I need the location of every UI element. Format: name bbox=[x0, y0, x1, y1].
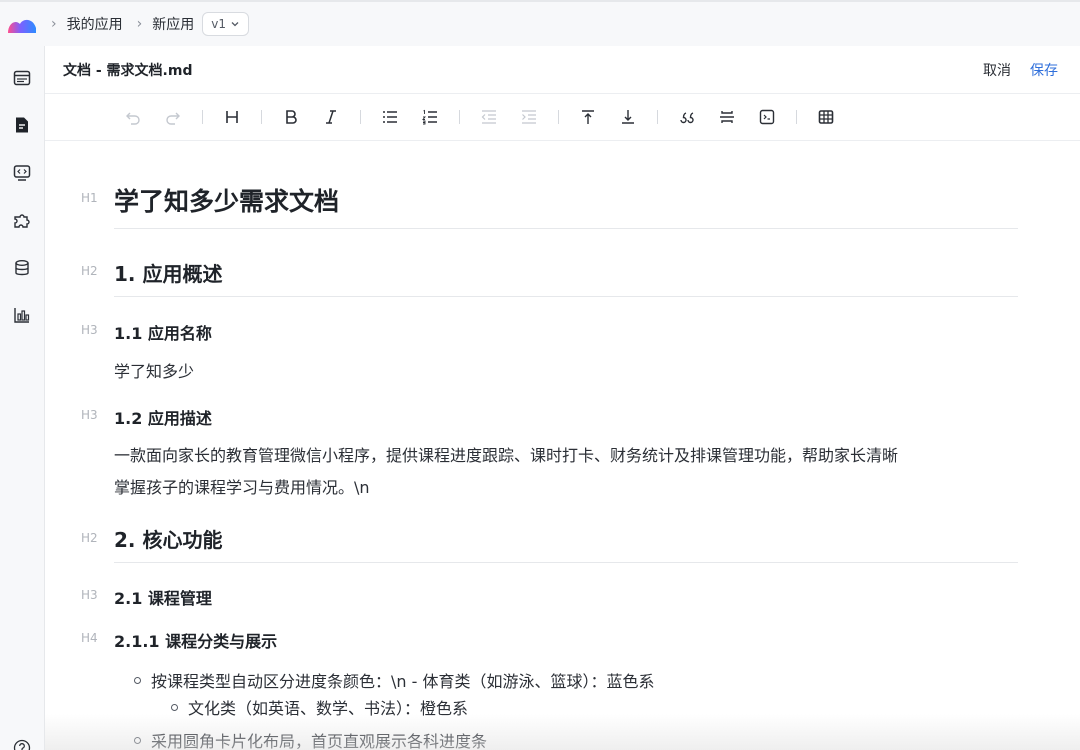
h1-underline bbox=[114, 228, 1018, 229]
version-select[interactable]: v1 bbox=[202, 12, 249, 36]
sidebar bbox=[0, 46, 45, 750]
version-label: v1 bbox=[211, 17, 226, 31]
bullet-icon bbox=[134, 677, 141, 684]
list-item-text: 按课程类型自动区分进度条颜色：\n - 体育类（如游泳、篮球）：蓝色系 bbox=[151, 672, 655, 691]
chevron-right-icon: › bbox=[136, 16, 143, 32]
undo-icon[interactable] bbox=[119, 103, 147, 131]
subsection-heading: 1.2 应用描述 bbox=[114, 409, 212, 428]
heading-level-tag: H2 bbox=[81, 264, 98, 278]
list-item: 文化类（如英语、数学、书法）：橙色系 bbox=[171, 695, 468, 719]
blockquote-icon[interactable] bbox=[673, 103, 701, 131]
toolbar-divider bbox=[558, 110, 559, 124]
editor-panel: 文档 - 需求文档.md 取消 保存 H1 学了知多少需求文档 H2 1. 应用… bbox=[45, 46, 1080, 750]
save-button[interactable]: 保存 bbox=[1030, 60, 1058, 80]
paragraph-line: 一款面向家长的教育管理微信小程序，提供课程进度跟踪、课时打卡、财务统计及排课管理… bbox=[114, 446, 899, 465]
heading-level-tag: H4 bbox=[81, 631, 98, 645]
plugin-icon[interactable] bbox=[12, 211, 32, 231]
toolbar-divider bbox=[796, 110, 797, 124]
browser-icon[interactable] bbox=[12, 68, 32, 88]
bullet-icon bbox=[171, 704, 178, 711]
indent-icon[interactable] bbox=[515, 103, 543, 131]
code-block-icon[interactable] bbox=[753, 103, 781, 131]
subsection-heading: 2.1 课程管理 bbox=[114, 589, 212, 608]
list-item: 按课程类型自动区分进度条颜色：\n - 体育类（如游泳、篮球）：蓝色系 bbox=[134, 668, 654, 692]
italic-icon[interactable] bbox=[317, 103, 345, 131]
bullet-list-icon[interactable] bbox=[376, 103, 404, 131]
editor-toolbar bbox=[45, 94, 1080, 141]
section-heading: 2. 核心功能 bbox=[114, 528, 223, 552]
section-heading: 1. 应用概述 bbox=[114, 262, 223, 286]
document-title: 文档 - 需求文档.md bbox=[63, 62, 193, 79]
list-item-text: 文化类（如英语、数学、书法）：橙色系 bbox=[188, 699, 469, 718]
align-top-icon[interactable] bbox=[574, 103, 602, 131]
help-icon[interactable] bbox=[13, 739, 31, 750]
h2-underline bbox=[114, 562, 1018, 563]
ordered-list-icon[interactable] bbox=[416, 103, 444, 131]
paragraph-line: 掌握孩子的课程学习与费用情况。\n bbox=[114, 478, 370, 497]
h2-underline bbox=[114, 296, 1018, 297]
chevron-down-icon bbox=[231, 22, 239, 27]
subsection-heading: 1.1 应用名称 bbox=[114, 324, 212, 343]
align-bottom-icon[interactable] bbox=[614, 103, 642, 131]
code-icon[interactable] bbox=[12, 163, 32, 183]
table-icon[interactable] bbox=[812, 103, 840, 131]
top-bar: › 我的应用 › 新应用 v1 bbox=[0, 0, 1080, 46]
database-icon[interactable] bbox=[12, 258, 32, 278]
heading-level-tag: H3 bbox=[81, 588, 98, 602]
breadcrumb-new-app[interactable]: 新应用 bbox=[152, 14, 194, 34]
document-header: 文档 - 需求文档.md 取消 保存 bbox=[45, 46, 1080, 94]
app-logo-icon[interactable] bbox=[7, 16, 37, 33]
toolbar-divider bbox=[459, 110, 460, 124]
document-h1: 学了知多少需求文档 bbox=[114, 187, 340, 216]
toolbar-divider bbox=[202, 110, 203, 124]
heading-icon[interactable] bbox=[218, 103, 246, 131]
heading-level-tag: H2 bbox=[81, 531, 98, 545]
heading-level-tag: H1 bbox=[81, 191, 98, 205]
toolbar-divider bbox=[657, 110, 658, 124]
outdent-icon[interactable] bbox=[475, 103, 503, 131]
subsubsection-heading: 2.1.1 课程分类与展示 bbox=[114, 632, 278, 651]
chart-icon[interactable] bbox=[12, 305, 32, 325]
document-icon[interactable] bbox=[12, 115, 32, 135]
bold-icon[interactable] bbox=[277, 103, 305, 131]
redo-icon[interactable] bbox=[159, 103, 187, 131]
divider-icon[interactable] bbox=[713, 103, 741, 131]
bullet-icon bbox=[134, 737, 141, 744]
list-item: 采用圆角卡片化布局，首页直观展示各科进度条 bbox=[134, 728, 487, 750]
heading-level-tag: H3 bbox=[81, 408, 98, 422]
cancel-button[interactable]: 取消 bbox=[983, 60, 1011, 80]
breadcrumb-my-apps[interactable]: 我的应用 bbox=[67, 14, 123, 34]
paragraph: 学了知多少 bbox=[114, 362, 195, 381]
document-content[interactable]: H1 学了知多少需求文档 H2 1. 应用概述 H3 1.1 应用名称 学了知多… bbox=[45, 142, 1080, 750]
toolbar-divider bbox=[360, 110, 361, 124]
chevron-right-icon: › bbox=[51, 16, 57, 32]
heading-level-tag: H3 bbox=[81, 323, 98, 337]
list-item-text: 采用圆角卡片化布局，首页直观展示各科进度条 bbox=[151, 732, 488, 750]
toolbar-divider bbox=[261, 110, 262, 124]
